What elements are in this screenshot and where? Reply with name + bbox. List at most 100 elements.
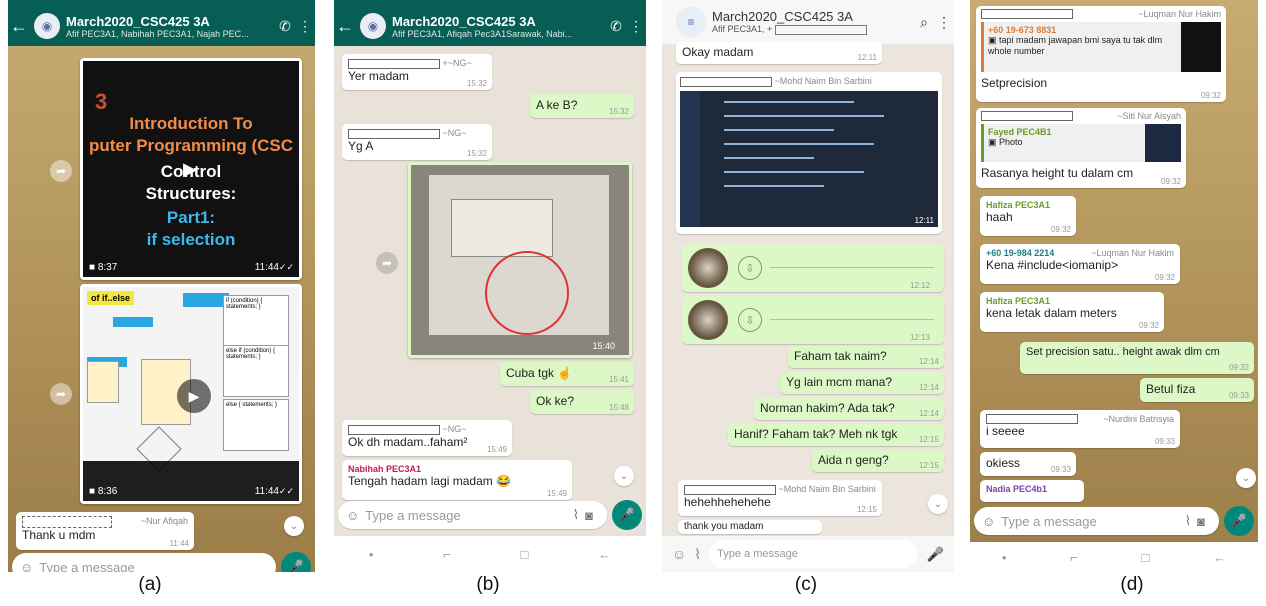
message-text: Ok ke? — [536, 394, 575, 408]
camera-icon[interactable]: ◙ — [1197, 514, 1205, 529]
emoji-icon[interactable]: ☺ — [20, 560, 33, 573]
message-bubble-outgoing[interactable]: Yg lain mcm mana? 12:14 — [780, 372, 944, 394]
caption-c: (c) — [794, 574, 818, 595]
camera-icon[interactable]: ◙ — [585, 508, 593, 523]
play-icon[interactable]: ▶ — [177, 379, 211, 413]
message-bubble[interactable]: ~Siti Nur Aisyah Fayed PEC4B1 ▣ Photo Ra… — [976, 108, 1186, 188]
attach-icon[interactable]: ⌇ — [573, 507, 579, 523]
chat-header[interactable]: ≡ March2020_CSC425 3A Afif PEC3A1, + ⌕ ⋮ — [662, 0, 954, 44]
nav-dot-icon[interactable]: • — [369, 547, 374, 562]
sender-name: +60 19-984 2214 — [986, 248, 1055, 258]
scroll-down-button[interactable]: ⌄ — [614, 466, 634, 486]
download-icon[interactable]: ⇩ — [738, 256, 762, 280]
message-bubble[interactable]: ~Nur Afiqah Thank u mdm 11:44 — [16, 512, 194, 550]
voice-message[interactable]: ⇩ 12:12 — [682, 244, 944, 292]
attach-icon[interactable]: ⌇ — [694, 546, 701, 563]
nav-home-icon[interactable]: □ — [1141, 550, 1149, 565]
chat-header[interactable]: ← ◉ March2020_CSC425 3A Afif PEC3A1, Nab… — [8, 6, 315, 46]
emoji-icon[interactable]: ☺ — [346, 508, 359, 523]
scroll-down-button[interactable]: ⌄ — [284, 516, 304, 536]
message-bubble-outgoing[interactable]: Norman hakim? Ada tak? 12:14 — [754, 398, 944, 420]
scroll-down-button[interactable]: ⌄ — [1236, 468, 1256, 488]
message-bubble[interactable]: Hafiza PEC3A1 haah 09:32 — [980, 196, 1076, 236]
mic-button[interactable]: 🎤 — [612, 500, 642, 530]
message-bubble[interactable]: ~NG~ Yg A 15:32 — [342, 124, 492, 160]
voice-sender-avatar — [688, 300, 728, 340]
nav-home-icon[interactable]: □ — [520, 547, 528, 562]
code-listing — [451, 199, 553, 257]
mic-button[interactable]: 🎤 — [281, 552, 311, 572]
group-avatar[interactable]: ◉ — [34, 13, 60, 39]
chat-header[interactable]: ← ◉ March2020_CSC425 3A Afif PEC3A1, Afi… — [334, 6, 646, 46]
message-bubble-outgoing[interactable]: Faham tak naim? 12:14 — [788, 346, 944, 368]
message-bubble[interactable]: thank you madam — [678, 520, 822, 534]
nav-recent-icon[interactable]: ⌐ — [1070, 550, 1078, 565]
sender-name: ~Mohd Naim Bin Sarbini — [680, 76, 938, 87]
message-bubble[interactable]: Nabihah PEC3A1 Tengah hadam lagi madam 😂… — [342, 460, 572, 500]
message-bubble[interactable]: Nadia PEC4b1 — [980, 480, 1084, 502]
message-text: Okay madam — [682, 45, 754, 59]
nav-back-icon[interactable]: ← — [598, 547, 611, 562]
nav-back-icon[interactable]: ← — [1213, 550, 1226, 565]
back-arrow-icon[interactable]: ← — [336, 16, 354, 37]
mic-button[interactable]: 🎤 — [1224, 506, 1254, 536]
message-bubble[interactable]: ~NG~ Ok dh madam..faham² 15:49 — [342, 420, 512, 456]
message-bubble-outgoing[interactable]: Betul fiza 09:33 — [1140, 378, 1254, 402]
image-message[interactable]: 15:40 — [408, 162, 632, 358]
scroll-down-button[interactable]: ⌄ — [928, 494, 948, 514]
message-bubble[interactable]: +60 19-984 2214 ~Luqman Nur Hakim Kena #i… — [980, 244, 1180, 284]
quoted-reply[interactable]: +60 19-673 8831 ▣ tapi madam jawapan bmi… — [981, 22, 1221, 72]
play-icon[interactable]: ▶ — [183, 159, 197, 180]
message-bubble-outgoing[interactable]: A ke B? 15:32 — [530, 94, 634, 118]
message-bubble-outgoing[interactable]: Cuba tgk ☝ 15:41 — [500, 362, 634, 386]
download-icon[interactable]: ⇩ — [738, 308, 762, 332]
group-avatar[interactable]: ≡ — [676, 7, 706, 37]
nav-dot-icon[interactable]: • — [1002, 550, 1007, 565]
message-bubble[interactable]: +~NG~ Yer madam 15:32 — [342, 54, 492, 90]
message-time: 12:14 — [918, 357, 939, 366]
more-options-icon[interactable]: ⋮ — [295, 18, 315, 35]
message-bubble-outgoing[interactable]: Ok ke? 15:48 — [530, 390, 634, 414]
message-input[interactable]: ☺ Type a message ⌇ ◙ — [974, 507, 1219, 535]
search-icon[interactable]: ⌕ — [914, 14, 934, 31]
sender-name: ~Siti Nur Aisyah — [1117, 111, 1181, 121]
emoji-icon[interactable]: ☺ — [672, 546, 686, 562]
message-bubble[interactable]: ~Luqman Nur Hakim +60 19-673 8831 ▣ tapi… — [976, 6, 1226, 102]
forward-icon[interactable]: ➦ — [50, 383, 72, 405]
message-text: Yg lain mcm mana? — [786, 375, 893, 389]
message-input[interactable]: Type a message — [709, 540, 917, 568]
message-bubble[interactable]: ~Nurdini Batrisyia i seeee 09:33 — [980, 410, 1180, 448]
message-bubble[interactable]: ~Mohd Naim Bin Sarbini hehehhehehehe 12:… — [678, 480, 882, 516]
forward-icon[interactable]: ➦ — [50, 160, 72, 182]
message-input[interactable]: ☺ Type a message — [12, 553, 276, 572]
message-text: Cuba tgk — [506, 366, 555, 380]
nav-recent-icon[interactable]: ⌐ — [443, 547, 451, 562]
phone-call-icon[interactable]: ✆ — [275, 18, 295, 35]
message-bubble-outgoing[interactable]: Hanif? Faham tak? Meh nk tgk 12:15 — [728, 424, 944, 446]
more-options-icon[interactable]: ⋮ — [934, 14, 954, 31]
voice-message[interactable]: ⇩ 12:13 — [682, 296, 944, 344]
slide-line-4: Structures: — [145, 184, 237, 203]
message-bubble[interactable]: Hafiza PEC3A1 kena letak dalam meters 09… — [980, 292, 1164, 332]
message-bubble[interactable]: okiess 09:33 — [980, 452, 1076, 476]
photo-icon: ▣ — [988, 137, 997, 147]
message-bubble-outgoing[interactable]: Aida n geng? 12:15 — [812, 450, 944, 472]
image-message[interactable]: ~Mohd Naim Bin Sarbini 12:11 — [676, 72, 942, 234]
video-message[interactable]: of if..else if (condition) { statements;… — [80, 284, 302, 504]
message-input[interactable]: ☺ Type a message ⌇ ◙ — [338, 501, 607, 529]
pointing-hand-icon: ☝ — [557, 366, 573, 380]
group-avatar[interactable]: ◉ — [360, 13, 386, 39]
redacted-phone-number — [348, 58, 440, 69]
video-message[interactable]: 3 Introduction To puter Programming (CSC… — [80, 58, 302, 280]
message-bubble-outgoing[interactable]: Set precision satu.. height awak dlm cm … — [1020, 342, 1254, 374]
message-text: Rasanya height tu dalam cm — [981, 166, 1134, 180]
phone-call-icon[interactable]: ✆ — [606, 18, 626, 35]
emoji-icon[interactable]: ☺ — [982, 514, 995, 529]
forward-icon[interactable]: ➦ — [376, 252, 398, 274]
quoted-reply[interactable]: Fayed PEC4B1 ▣ Photo — [981, 124, 1181, 162]
mic-icon[interactable]: 🎤 — [927, 546, 944, 563]
more-options-icon[interactable]: ⋮ — [626, 18, 646, 35]
attach-icon[interactable]: ⌇ — [1185, 513, 1191, 529]
back-arrow-icon[interactable]: ← — [10, 16, 28, 37]
message-bubble[interactable]: Okay madam 12:11 — [676, 42, 882, 64]
